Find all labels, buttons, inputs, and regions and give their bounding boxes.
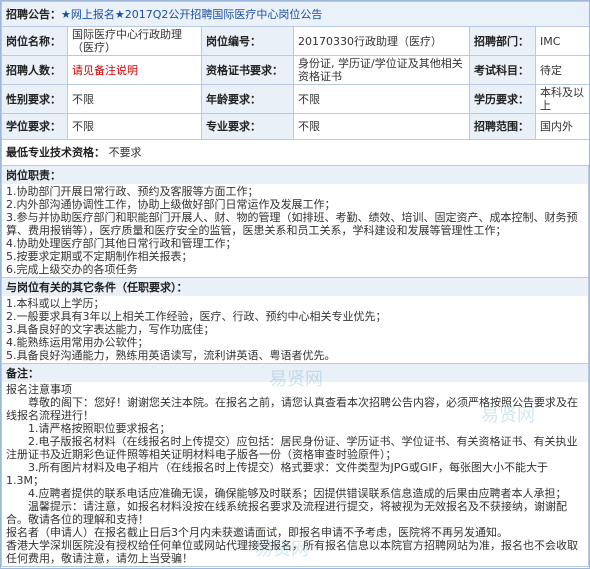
tech-label: 最低专业技术资格： — [6, 146, 105, 159]
age-value: 不限 — [293, 84, 470, 114]
exam-value: 待定 — [534, 55, 589, 85]
job-posting-page: 招聘公告：★网上报名★2017Q2公开招聘国际医疗中心岗位公告 岗位名称： 国际… — [0, 0, 590, 569]
row-count: 招聘人数： 请见备注说明 资格证书要求： 身份证, 学历证/学位证及其他相关资格… — [1, 55, 589, 85]
requirement-item: 4.能熟练运用常用办公软件； — [6, 336, 149, 349]
duties-heading: 岗位职责： — [2, 166, 588, 184]
remarks-paragraph: 香港大学深圳医院没有授权给任何单位或网站代理接受报名，所有报名信息以本院官方招聘… — [6, 539, 578, 565]
duty-item: 5.按要求定期或不定期制作相关报表； — [6, 250, 193, 263]
position-name-label: 岗位名称： — [1, 26, 68, 56]
gender-label: 性别要求： — [1, 84, 68, 114]
duties-section: 岗位职责： 1.协助部门开展日常行政、预约及客服等方面工作； 2.内外部沟通协调… — [1, 166, 589, 278]
position-name-value: 国际医疗中心行政助理（医疗） — [67, 26, 202, 56]
degree-label: 学位要求： — [1, 113, 68, 140]
requirement-item: 3.具备良好的文字表达能力，写作功底佳； — [6, 323, 215, 336]
exam-label: 考试科目： — [469, 55, 536, 85]
edu-label: 学历要求： — [469, 84, 536, 114]
degree-value: 不限 — [67, 113, 202, 140]
info-table: 招聘公告：★网上报名★2017Q2公开招聘国际医疗中心岗位公告 岗位名称： 国际… — [1, 1, 589, 166]
cert-label: 资格证书要求： — [201, 55, 294, 85]
row-gender: 性别要求： 不限 年龄要求： 不限 学历要求： 本科及以上 — [1, 84, 589, 114]
count-value: 请见备注说明 — [67, 55, 202, 85]
count-label: 招聘人数： — [1, 55, 68, 85]
row-degree: 学位要求： 不限 专业要求： 不限 招聘范围： 国内外 — [1, 113, 589, 140]
remarks-heading: 备注： — [2, 364, 588, 382]
dept-label: 招聘部门： — [469, 26, 536, 56]
remarks-paragraph: 温馨提示：请注意，如报名材料没按在线系统报名要求及流程进行提交，将被视为无效报名… — [6, 500, 567, 526]
requirement-item: 2.一般要求具有3年以上相关工作经验，医疗、行政、预约中心相关专业优先； — [6, 310, 387, 323]
remarks-title: 报名注意事项 — [6, 383, 72, 396]
remarks-paragraph: 1.请严格按照职位要求报名； — [6, 422, 171, 435]
requirement-item: 1.本科或以上学历； — [6, 297, 105, 310]
row-tech: 最低专业技术资格： 不要求 — [1, 139, 589, 166]
dept-value: IMC — [534, 26, 589, 56]
announcement-label: 招聘公告： — [6, 7, 61, 21]
duty-item: 6.完成上级交办的各项任务 — [6, 263, 138, 276]
position-code-value: 20170330行政助理（医疗） — [293, 26, 470, 56]
tech-value: 不要求 — [108, 146, 142, 159]
age-label: 年龄要求： — [201, 84, 294, 114]
major-value: 不限 — [293, 113, 470, 140]
requirements-list: 1.本科或以上学历； 2.一般要求具有3年以上相关工作经验，医疗、行政、预约中心… — [2, 296, 588, 363]
scope-value: 国内外 — [534, 113, 589, 140]
remarks-paragraph: 报名者（申请人）在报名截止日后3个月内未获邀请面试，即报名申请不予考虑，医院将不… — [6, 526, 508, 539]
duty-item: 4.协助处理医疗部门其他日常行政和管理工作； — [6, 237, 237, 250]
duty-item: 1.协助部门开展日常行政、预约及客服等方面工作； — [6, 185, 259, 198]
remarks-paragraph: 4.应聘者提供的联系电话应准确无误，确保能够及时联系；因提供错误联系信息造成的后… — [6, 487, 567, 500]
cert-value: 身份证, 学历证/学位证及其他相关资格证书 — [293, 55, 470, 85]
position-code-label: 岗位编号： — [201, 26, 294, 56]
remarks-paragraph: 3.所有图片材料及电子相片（在线报名时上传提交）格式要求：文件类型为JPG或GI… — [6, 461, 548, 487]
tech-cell: 最低专业技术资格： 不要求 — [1, 139, 589, 166]
row-position: 岗位名称： 国际医疗中心行政助理（医疗） 岗位编号： 20170330行政助理（… — [1, 26, 589, 56]
remarks-section: 备注： 报名注意事项 尊敬的阁下：您好！谢谢您关注本院。在报名之前，请您认真查看… — [1, 364, 589, 567]
announcement-row: 招聘公告：★网上报名★2017Q2公开招聘国际医疗中心岗位公告 — [1, 1, 589, 27]
announcement-cell: 招聘公告：★网上报名★2017Q2公开招聘国际医疗中心岗位公告 — [1, 1, 589, 27]
duty-item: 3.参与并协助医疗部门和职能部门开展人、财、物的管理（如排班、考勤、绩效、培训、… — [6, 211, 578, 237]
announcement-title-link[interactable]: ★网上报名★2017Q2公开招聘国际医疗中心岗位公告 — [61, 8, 322, 21]
scope-label: 招聘范围： — [469, 113, 536, 140]
remarks-paragraph: 2.电子版报名材料（在线报名时上传提交）应包括：居民身份证、学历证书、学位证书、… — [6, 435, 578, 461]
duties-list: 1.协助部门开展日常行政、预约及客服等方面工作； 2.内外部沟通协调性工作，协助… — [2, 184, 588, 277]
duty-item: 2.内外部沟通协调性工作，协助上级做好部门日常运作及发展工作； — [6, 198, 336, 211]
requirements-heading: 与岗位有关的其它条件（任职要求）： — [2, 278, 588, 296]
requirement-item: 5.具备良好沟通能力，熟练用英语读写，流利讲英语、粤语者优先。 — [6, 349, 336, 362]
remarks-paragraph: 尊敬的阁下：您好！谢谢您关注本院。在报名之前，请您认真查看本次招聘公告内容，必须… — [6, 396, 578, 422]
major-label: 专业要求： — [201, 113, 294, 140]
edu-value: 本科及以上 — [534, 84, 589, 114]
gender-value: 不限 — [67, 84, 202, 114]
requirements-section: 与岗位有关的其它条件（任职要求）： 1.本科或以上学历； 2.一般要求具有3年以… — [1, 278, 589, 364]
remarks-body: 报名注意事项 尊敬的阁下：您好！谢谢您关注本院。在报名之前，请您认真查看本次招聘… — [2, 382, 588, 566]
